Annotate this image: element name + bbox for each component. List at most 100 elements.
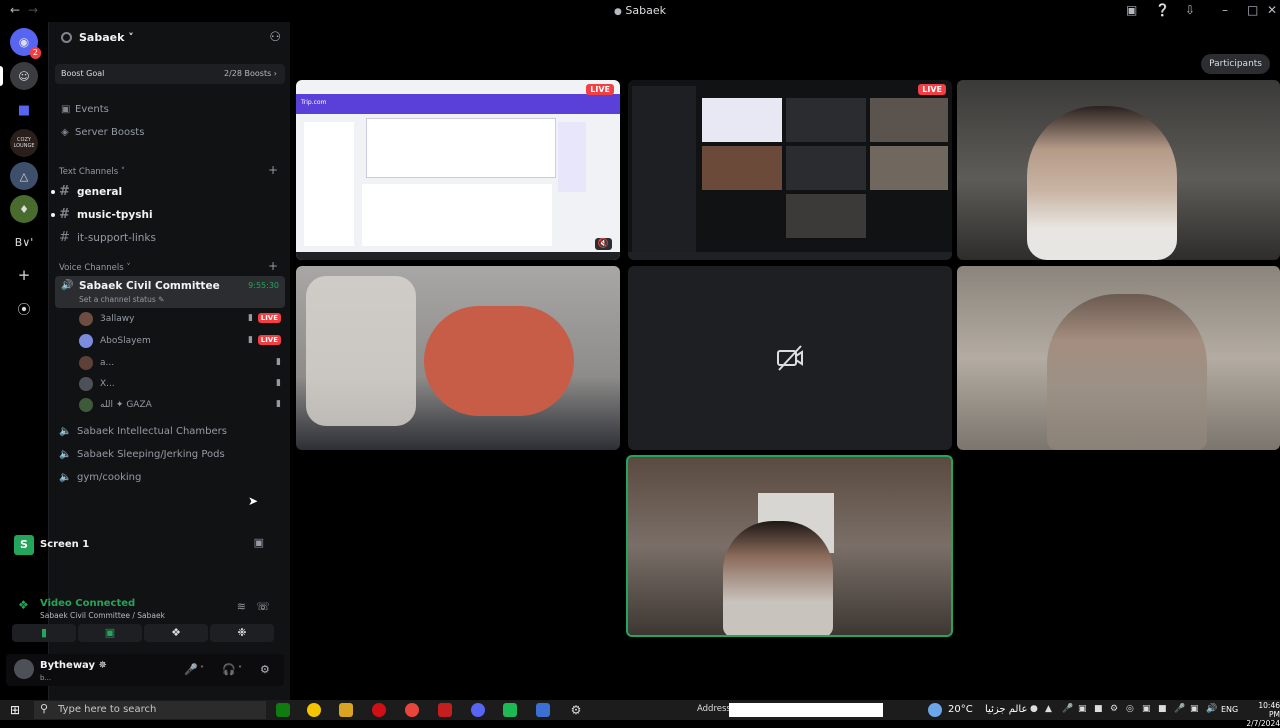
settings-gear-icon[interactable]: ⚙ bbox=[569, 703, 583, 717]
tray-mic-icon[interactable]: 🎤 bbox=[1174, 704, 1185, 714]
camera-button[interactable]: ▮ bbox=[12, 624, 76, 642]
server-cozy-lounge[interactable]: COZY LOUNGE bbox=[10, 129, 38, 157]
avatar-icon: ☺ bbox=[18, 69, 30, 83]
create-voice-channel-icon[interactable]: + bbox=[268, 259, 278, 273]
soundboard-button[interactable]: ❉ bbox=[210, 624, 274, 642]
explore-button[interactable]: ⦿ bbox=[10, 294, 38, 322]
taskbar-search[interactable]: ⚲ Type here to search bbox=[34, 701, 266, 719]
stop-streaming-icon[interactable]: ▣ bbox=[254, 536, 264, 549]
network-icon[interactable]: ▣ bbox=[1190, 704, 1199, 714]
video-tile-webcam-2[interactable] bbox=[296, 266, 620, 450]
tray-app-icon[interactable]: ■ bbox=[1094, 704, 1103, 714]
text-channels-category[interactable]: Text Channels ˅ bbox=[59, 167, 125, 177]
close-icon[interactable]: ✕ bbox=[1267, 3, 1277, 17]
add-server-button[interactable]: + bbox=[10, 261, 38, 289]
tray-app-icon[interactable]: ● bbox=[1030, 704, 1038, 714]
noise-suppression-icon[interactable]: ≋ bbox=[237, 600, 246, 613]
chrome-icon[interactable] bbox=[405, 703, 419, 717]
voice-member[interactable]: الله ✦ GAZA ▮ bbox=[79, 398, 283, 414]
shield-icon[interactable] bbox=[536, 703, 550, 717]
opera-icon[interactable] bbox=[372, 703, 386, 717]
voice-channel-active[interactable]: 🔊 Sabaek Civil Committee Set a channel s… bbox=[55, 276, 285, 308]
screen-share-button[interactable]: ▣ bbox=[78, 624, 142, 642]
volume-icon[interactable]: 🔊 bbox=[1206, 704, 1217, 714]
disconnect-icon[interactable]: ☏ bbox=[256, 600, 270, 613]
user-account-row[interactable]: Bytheway ✵ b... 🎤 ˅ 🎧 ˅ ⚙ bbox=[6, 654, 284, 686]
create-text-channel-icon[interactable]: + bbox=[268, 163, 278, 177]
chevron-down-icon[interactable]: ˅ bbox=[200, 665, 204, 674]
voice-channel-intellectual[interactable]: 🔈 Sabaek Intellectual Chambers bbox=[59, 426, 227, 437]
avatar[interactable] bbox=[14, 659, 34, 679]
live-badge: LIVE bbox=[257, 313, 281, 323]
channel-music-tpyshi[interactable]: # music-tpyshi bbox=[51, 207, 153, 222]
tray-app-icon[interactable]: ▲ bbox=[1045, 704, 1052, 714]
participants-button[interactable]: Participants bbox=[1201, 54, 1270, 74]
server-avatar-1[interactable]: ☺ bbox=[10, 62, 38, 90]
user-name[interactable]: Bytheway ✵ bbox=[40, 660, 107, 671]
video-tile-screenshare-tripcom[interactable]: Trip.com LIVE 🔇 bbox=[296, 80, 620, 260]
file-explorer-icon[interactable] bbox=[339, 703, 353, 717]
video-tile-webcam-3[interactable] bbox=[957, 266, 1280, 450]
voice-member[interactable]: X... ▮ bbox=[79, 377, 283, 393]
plush-toy bbox=[424, 306, 574, 416]
windows-start-icon[interactable]: ⊞ bbox=[10, 703, 20, 717]
voice-channel-gym[interactable]: 🔈 gym/cooking bbox=[59, 472, 141, 483]
address-input[interactable] bbox=[729, 703, 883, 717]
help-icon[interactable]: ❔ bbox=[1155, 3, 1170, 17]
channel-it-support-links[interactable]: # it-support-links bbox=[59, 230, 156, 245]
inbox-icon[interactable]: ▣ bbox=[1126, 3, 1137, 17]
bottom-taskbar-preview bbox=[296, 252, 620, 260]
tray-app-icon[interactable]: ⚙ bbox=[1110, 704, 1118, 714]
server-avatar-3[interactable]: △ bbox=[10, 162, 38, 190]
headphones-icon[interactable]: 🎧 bbox=[222, 663, 236, 676]
tray-app-icon[interactable]: ■ bbox=[1158, 704, 1167, 714]
language-indicator[interactable]: ENG bbox=[1221, 705, 1238, 714]
guild-header[interactable]: Sabaek ˅ ⚇ bbox=[49, 22, 291, 54]
video-tile-webcam-self[interactable] bbox=[626, 455, 953, 637]
weather-description[interactable]: عالم جزئيا bbox=[985, 704, 1027, 715]
tray-app-icon[interactable]: ◎ bbox=[1126, 704, 1134, 714]
channel-status-prompt[interactable]: Set a channel status ✎ bbox=[79, 295, 164, 304]
weather-temperature[interactable]: 20°C bbox=[948, 704, 973, 715]
microphone-icon[interactable]: 🎤 bbox=[184, 663, 198, 676]
discord-taskbar-icon[interactable] bbox=[471, 703, 485, 717]
direct-messages-button[interactable]: ◉ 2 bbox=[10, 28, 41, 59]
voice-channels-category[interactable]: Voice Channels ˅ bbox=[59, 263, 131, 273]
settings-gear-icon[interactable]: ⚙ bbox=[260, 663, 270, 676]
connection-channel-label[interactable]: Sabaek Civil Committee / Sabaek bbox=[40, 611, 165, 620]
voice-member[interactable]: a... ▮ bbox=[79, 356, 283, 372]
video-tile-camera-off[interactable] bbox=[628, 266, 952, 450]
minimize-icon[interactable]: – bbox=[1222, 3, 1228, 17]
tray-mic-icon[interactable]: 🎤 bbox=[1062, 704, 1073, 714]
invite-people-icon[interactable]: ⚇ bbox=[269, 30, 281, 45]
weather-icon[interactable] bbox=[928, 703, 942, 717]
voice-member[interactable]: 3allawy ▮ LIVE bbox=[79, 312, 283, 328]
app-icon[interactable] bbox=[438, 703, 452, 717]
guild-name[interactable]: Sabaek ˅ bbox=[79, 31, 134, 44]
maximize-icon[interactable]: □ bbox=[1247, 3, 1258, 17]
video-tile-webcam-1[interactable] bbox=[957, 80, 1280, 260]
voice-channel-sleeping[interactable]: 🔈 Sabaek Sleeping/Jerking Pods bbox=[59, 449, 225, 460]
server-bv[interactable]: B∨' bbox=[10, 228, 38, 256]
app-icon[interactable] bbox=[307, 703, 321, 717]
nav-events[interactable]: ▣ Events bbox=[61, 104, 109, 115]
clock[interactable]: 10:46 PM 2/7/2024 bbox=[1246, 701, 1280, 728]
tray-app-icon[interactable]: ▣ bbox=[1078, 704, 1087, 714]
boost-goal-bar[interactable]: Boost Goal 2/28 Boosts › bbox=[55, 64, 285, 84]
video-connected-label[interactable]: Video Connected bbox=[40, 598, 135, 609]
channel-general[interactable]: # general bbox=[51, 184, 122, 199]
screen-share-row[interactable]: S Screen 1 ▣ bbox=[6, 528, 284, 558]
browser-header bbox=[296, 94, 620, 114]
tray-app-icon[interactable]: ▣ bbox=[1142, 704, 1151, 714]
xbox-app-icon[interactable] bbox=[276, 703, 290, 717]
voice-member[interactable]: AboSlayem ▮ LIVE bbox=[79, 334, 283, 350]
download-icon[interactable]: ⇩ bbox=[1185, 3, 1195, 17]
activities-button[interactable]: ❖ bbox=[144, 624, 208, 642]
video-tile-screenshare-discord[interactable]: LIVE bbox=[628, 80, 952, 260]
server-avatar-4[interactable]: ♦ bbox=[10, 195, 38, 223]
nav-server-boosts[interactable]: ◈ Server Boosts bbox=[61, 127, 144, 138]
chevron-down-icon[interactable]: ˅ bbox=[238, 665, 242, 674]
server-folder[interactable]: ■ bbox=[10, 96, 38, 124]
app-icon[interactable] bbox=[503, 703, 517, 717]
speaker-icon: 🔈 bbox=[59, 426, 72, 437]
